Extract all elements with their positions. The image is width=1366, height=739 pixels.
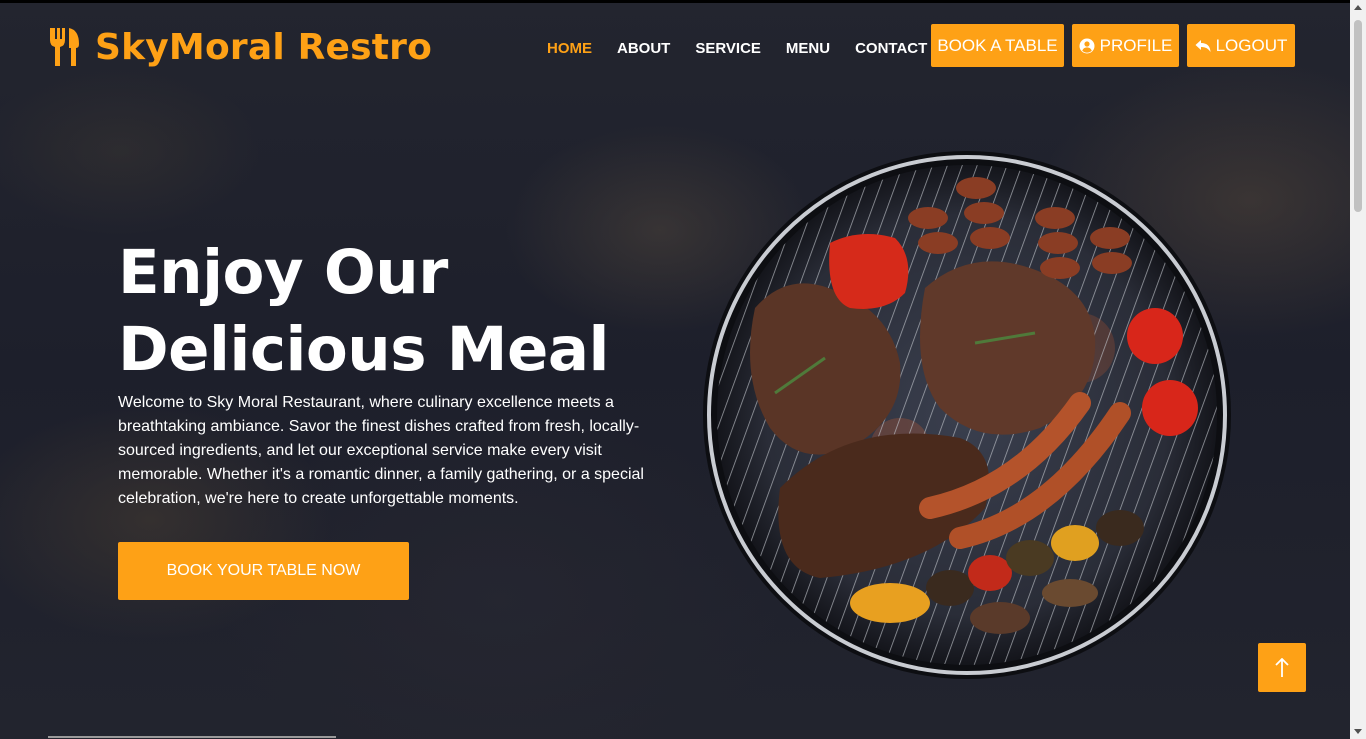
book-your-table-label: BOOK YOUR TABLE NOW xyxy=(166,562,361,579)
book-a-table-label: BOOK A TABLE xyxy=(937,35,1058,55)
brand-name: SkyMoral Restro xyxy=(95,26,433,68)
profile-label: PROFILE xyxy=(1099,35,1173,55)
scrollbar-thumb[interactable] xyxy=(1354,20,1362,212)
hero-description: Welcome to Sky Moral Restaurant, where c… xyxy=(118,394,644,507)
logout-label: LOGOUT xyxy=(1215,35,1288,55)
profile-button[interactable]: PROFILE xyxy=(1072,24,1179,67)
page: SkyMoral Restro HOME ABOUT SERVICE MENU … xyxy=(0,0,1350,739)
top-border xyxy=(0,0,1366,3)
logout-button[interactable]: LOGOUT xyxy=(1187,24,1295,67)
nav-home[interactable]: HOME xyxy=(547,40,592,57)
user-circle-icon xyxy=(1079,38,1095,53)
brand[interactable]: SkyMoral Restro xyxy=(47,26,432,68)
scroll-up-arrow-icon[interactable] xyxy=(1354,5,1362,10)
section-divider xyxy=(48,736,336,738)
nav-service[interactable]: SERVICE xyxy=(695,40,761,57)
reply-arrow-icon xyxy=(1195,39,1211,52)
utensils-icon xyxy=(50,28,79,66)
nav-menu[interactable]: MENU xyxy=(786,40,830,57)
book-a-table-button[interactable]: BOOK A TABLE xyxy=(931,24,1064,67)
nav-contact[interactable]: CONTACT xyxy=(855,40,927,57)
scroll-down-arrow-icon[interactable] xyxy=(1354,729,1362,734)
hero-title-line1: Enjoy Our xyxy=(118,237,448,308)
book-your-table-button[interactable]: BOOK YOUR TABLE NOW xyxy=(118,542,409,600)
grill-image xyxy=(703,151,1231,679)
arrow-up-icon xyxy=(1275,657,1289,677)
nav-about[interactable]: ABOUT xyxy=(617,40,670,57)
back-to-top-button[interactable] xyxy=(1258,643,1306,692)
main-nav: HOME ABOUT SERVICE MENU CONTACT xyxy=(547,40,952,57)
hero-title: Enjoy Our Delicious Meal xyxy=(118,234,609,388)
hero-title-line2: Delicious Meal xyxy=(118,314,609,385)
vertical-scrollbar[interactable] xyxy=(1350,0,1366,739)
